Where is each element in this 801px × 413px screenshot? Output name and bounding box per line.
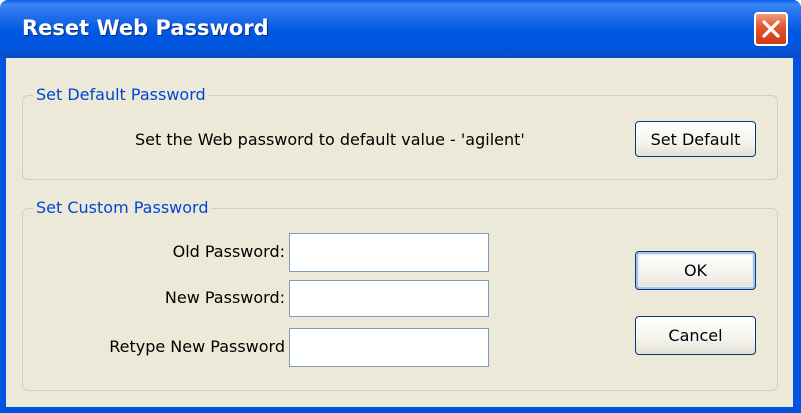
dialog-window: Reset Web Password Set Default Password … [0, 0, 801, 413]
default-password-description: Set the Web password to default value - … [135, 130, 525, 149]
new-password-label: New Password: [164, 288, 285, 307]
custom-password-group-title: Set Custom Password [33, 197, 212, 219]
cancel-button[interactable]: Cancel [635, 316, 756, 355]
default-password-group-title: Set Default Password [33, 84, 209, 106]
old-password-label: Old Password: [172, 242, 285, 261]
close-icon [762, 20, 780, 38]
old-password-field[interactable] [289, 233, 489, 272]
default-password-group: Set Default Password Set the Web passwor… [22, 84, 778, 180]
title-bar[interactable]: Reset Web Password [0, 0, 801, 58]
custom-password-group: Set Custom Password Old Password: New Pa… [22, 197, 778, 391]
retype-password-label: Retype New Password [109, 337, 285, 356]
close-button[interactable] [754, 12, 788, 46]
ok-button[interactable]: OK [635, 251, 756, 290]
window-title: Reset Web Password [22, 16, 269, 40]
new-password-field[interactable] [289, 280, 489, 317]
dialog-body: Set Default Password Set the Web passwor… [6, 58, 793, 407]
retype-password-field[interactable] [289, 328, 489, 367]
set-default-button[interactable]: Set Default [635, 121, 756, 157]
